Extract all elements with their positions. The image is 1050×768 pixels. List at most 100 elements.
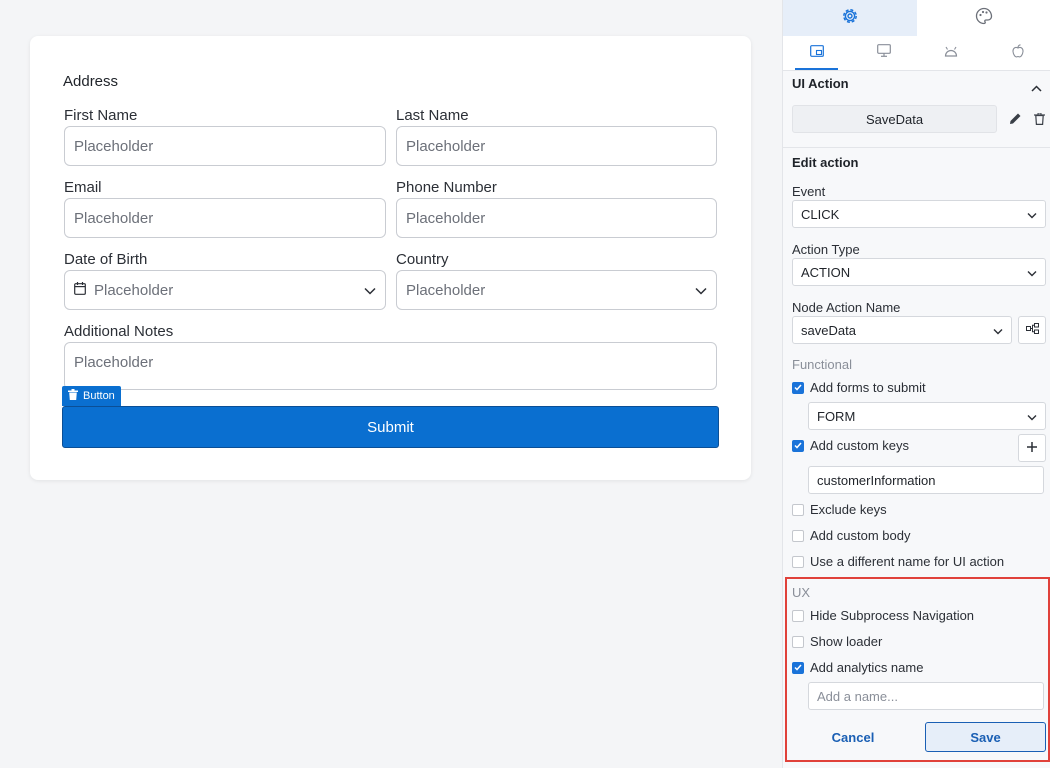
flow-icon bbox=[1025, 321, 1039, 339]
first-name-input[interactable]: Placeholder bbox=[64, 126, 386, 166]
show-loader-checkbox-row[interactable]: Show loader bbox=[792, 634, 882, 649]
different-name-checkbox[interactable] bbox=[792, 555, 804, 568]
tab-platform-web[interactable] bbox=[783, 36, 850, 70]
hide-subprocess-label: Hide Subprocess Navigation bbox=[810, 608, 975, 623]
node-flow-button[interactable] bbox=[1018, 316, 1046, 344]
custom-keys-checkbox[interactable] bbox=[792, 439, 804, 452]
hide-subprocess-checkbox[interactable] bbox=[792, 609, 804, 622]
email-input[interactable]: Placeholder bbox=[64, 198, 386, 238]
node-action-select[interactable]: saveData bbox=[792, 316, 1012, 344]
chevron-down-icon bbox=[364, 282, 376, 299]
different-name-label: Use a different name for UI action bbox=[810, 554, 1005, 569]
phone-input[interactable]: Placeholder bbox=[396, 198, 717, 238]
event-value: CLICK bbox=[801, 206, 840, 222]
phone-placeholder: Placeholder bbox=[406, 209, 486, 227]
dob-label: Date of Birth bbox=[64, 251, 148, 268]
phone-label: Phone Number bbox=[396, 179, 497, 196]
event-label: Event bbox=[792, 184, 826, 199]
ui-action-chip[interactable]: SaveData bbox=[792, 105, 997, 133]
web-layout-icon bbox=[809, 44, 824, 62]
action-type-select[interactable]: ACTION bbox=[792, 258, 1046, 286]
chevron-down-icon bbox=[695, 282, 707, 299]
email-label: Email bbox=[64, 179, 102, 196]
custom-body-checkbox[interactable] bbox=[792, 529, 804, 542]
custom-body-checkbox-row[interactable]: Add custom body bbox=[792, 528, 910, 543]
chevron-down-icon bbox=[993, 323, 1003, 338]
first-name-label: First Name bbox=[64, 107, 138, 124]
chevron-down-icon bbox=[1027, 409, 1037, 424]
tab-settings[interactable] bbox=[783, 0, 917, 36]
node-action-label: Node Action Name bbox=[792, 300, 901, 315]
submit-button[interactable]: Submit bbox=[62, 406, 719, 448]
form-section-title: Address bbox=[63, 73, 119, 90]
custom-key-input[interactable]: customerInformation bbox=[808, 466, 1044, 494]
analytics-checkbox[interactable] bbox=[792, 661, 804, 674]
gear-icon bbox=[841, 7, 859, 30]
apple-icon bbox=[1011, 43, 1024, 63]
ux-section-title: UX bbox=[792, 585, 811, 600]
selected-element-tag[interactable]: Button bbox=[62, 386, 121, 406]
notes-textarea[interactable]: Placeholder bbox=[64, 342, 717, 390]
action-type-label: Action Type bbox=[792, 242, 860, 257]
selected-element-type: Button bbox=[83, 390, 115, 402]
node-action-value: saveData bbox=[801, 322, 856, 338]
android-icon bbox=[944, 44, 958, 62]
event-select[interactable]: CLICK bbox=[792, 200, 1046, 228]
pencil-icon[interactable] bbox=[1009, 112, 1022, 130]
country-select[interactable]: Placeholder bbox=[396, 270, 717, 310]
custom-keys-checkbox-row[interactable]: Add custom keys bbox=[792, 438, 909, 453]
check-icon bbox=[794, 664, 802, 671]
last-name-input[interactable]: Placeholder bbox=[396, 126, 717, 166]
chevron-up-icon[interactable] bbox=[1031, 79, 1042, 97]
action-type-value: ACTION bbox=[801, 264, 851, 280]
tab-platform-ios[interactable] bbox=[984, 36, 1050, 70]
trash-icon[interactable] bbox=[68, 389, 78, 403]
notes-label: Additional Notes bbox=[64, 323, 174, 340]
first-name-placeholder: Placeholder bbox=[74, 137, 154, 155]
edit-action-title: Edit action bbox=[792, 155, 859, 170]
last-name-placeholder: Placeholder bbox=[406, 137, 486, 155]
analytics-name-input[interactable]: Add a name... bbox=[808, 682, 1044, 710]
tab-styles[interactable] bbox=[917, 0, 1050, 36]
exclude-keys-checkbox-row[interactable]: Exclude keys bbox=[792, 502, 887, 517]
show-loader-checkbox[interactable] bbox=[792, 635, 804, 648]
form-card: Address First Name Placeholder Last Name… bbox=[30, 36, 751, 480]
tab-platform-android[interactable] bbox=[917, 36, 984, 70]
last-name-label: Last Name bbox=[396, 107, 469, 124]
dob-placeholder: Placeholder bbox=[94, 281, 174, 299]
analytics-label: Add analytics name bbox=[810, 660, 924, 675]
platform-tabs bbox=[783, 36, 1050, 71]
ui-action-title: UI Action bbox=[792, 76, 849, 91]
different-name-checkbox-row[interactable]: Use a different name for UI action bbox=[792, 554, 1004, 569]
show-loader-label: Show loader bbox=[810, 634, 883, 649]
add-forms-label: Add forms to submit bbox=[810, 380, 926, 395]
properties-panel: UI Action SaveData Edit action Event CLI… bbox=[782, 0, 1050, 768]
calendar-icon bbox=[74, 281, 86, 299]
save-button[interactable]: Save bbox=[925, 722, 1046, 752]
check-icon bbox=[794, 384, 802, 391]
notes-placeholder: Placeholder bbox=[74, 354, 154, 371]
forms-value: FORM bbox=[817, 408, 856, 424]
check-icon bbox=[794, 442, 802, 449]
dob-datepicker[interactable]: Placeholder bbox=[64, 270, 386, 310]
country-label: Country bbox=[396, 251, 449, 268]
chevron-down-icon bbox=[1027, 207, 1037, 222]
exclude-keys-checkbox[interactable] bbox=[792, 503, 804, 516]
cancel-button[interactable]: Cancel bbox=[803, 722, 903, 752]
country-placeholder: Placeholder bbox=[406, 281, 486, 299]
plus-icon bbox=[1027, 439, 1037, 457]
tab-platform-desktop[interactable] bbox=[850, 36, 917, 70]
forms-select[interactable]: FORM bbox=[808, 402, 1046, 430]
custom-body-label: Add custom body bbox=[810, 528, 911, 543]
trash-icon[interactable] bbox=[1034, 112, 1045, 130]
exclude-keys-label: Exclude keys bbox=[810, 502, 887, 517]
panel-top-tabs bbox=[783, 0, 1050, 36]
analytics-checkbox-row[interactable]: Add analytics name bbox=[792, 660, 923, 675]
add-custom-key-button[interactable] bbox=[1018, 434, 1046, 462]
desktop-icon bbox=[876, 44, 891, 62]
add-forms-checkbox[interactable] bbox=[792, 381, 804, 394]
functional-section-title: Functional bbox=[792, 357, 852, 372]
palette-icon bbox=[975, 7, 993, 30]
hide-subprocess-checkbox-row[interactable]: Hide Subprocess Navigation bbox=[792, 608, 974, 623]
add-forms-checkbox-row[interactable]: Add forms to submit bbox=[792, 380, 926, 395]
